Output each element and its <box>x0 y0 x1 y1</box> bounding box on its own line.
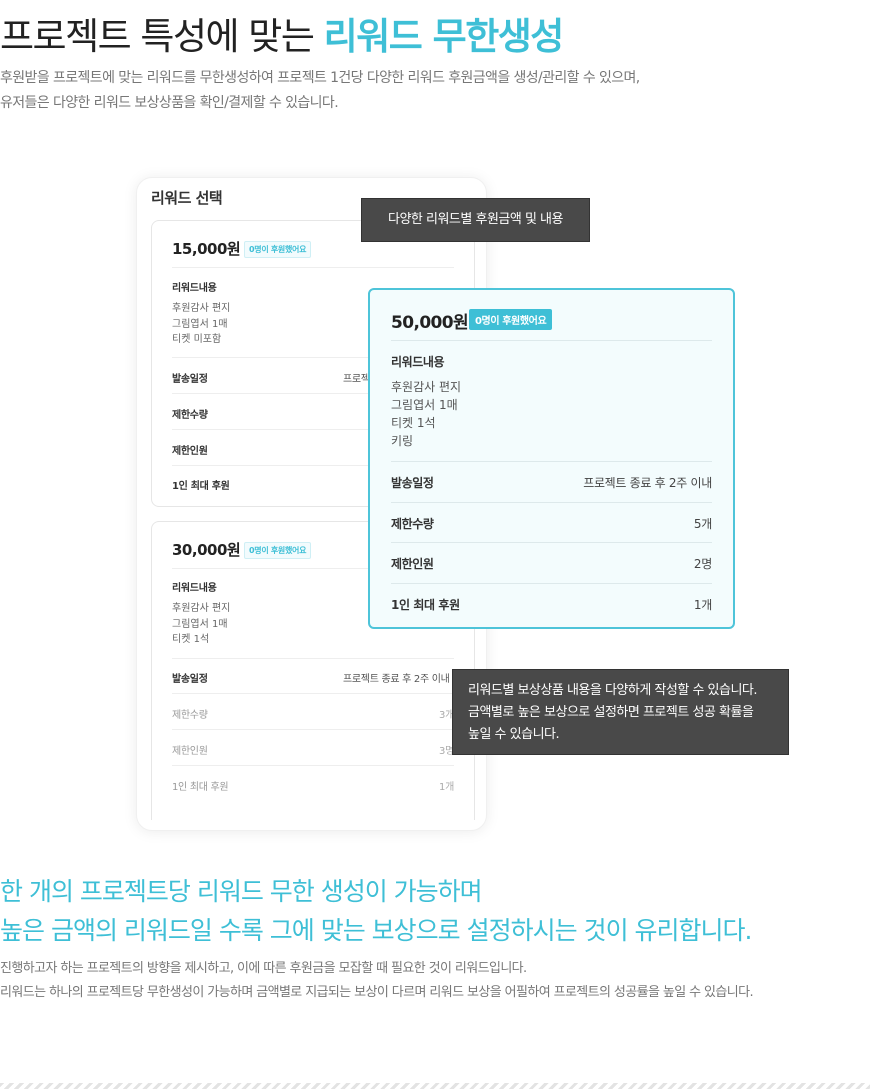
section-heading: 한 개의 프로젝트당 리워드 무한 생성이 가능하며 높은 금액의 리워드일 수… <box>0 872 752 950</box>
divider <box>172 693 454 694</box>
page-title-accent: 리워드 무한생성 <box>323 15 565 58</box>
page-title: 프로젝트 특성에 맞는 리워드 무한생성 <box>0 6 565 60</box>
reward-content-label: 리워드내용 <box>172 283 217 294</box>
limit-people-label: 제한인원 <box>172 746 208 757</box>
max-per-person-value: 1개 <box>693 598 712 612</box>
reward-item: 후원감사 편지 <box>172 603 231 614</box>
divider <box>391 502 712 503</box>
intro-line-2: 유저들은 다양한 리워드 보상상품을 확인/결제할 수 있습니다. <box>0 95 339 111</box>
divider <box>391 461 712 462</box>
section-heading-line-1: 한 개의 프로젝트당 리워드 무한 생성이 가능하며 <box>0 877 483 906</box>
reward-item: 후원감사 편지 <box>391 380 462 394</box>
limit-qty-label: 제한수량 <box>172 410 208 421</box>
section-desc-line-1: 진행하고자 하는 프로젝트의 방향을 제시하고, 이에 따른 후원금을 모잡할 … <box>0 961 527 976</box>
limit-qty-label: 제한수량 <box>172 710 208 721</box>
divider <box>172 765 454 766</box>
shipping-value: 프로젝 <box>343 374 370 385</box>
limit-people-value: 2명 <box>693 557 712 571</box>
tooltip-reward-amount: 다양한 리워드별 후원금액 및 내용 <box>361 198 590 242</box>
reward-items: 후원감사 편지 그림엽서 1매 티켓 1석 <box>172 601 230 648</box>
backer-count-badge: 0명이 후원했어요 <box>469 309 553 330</box>
section-desc-line-2: 리워드는 하나의 프로젝트당 무한생성이 가능하며 금액별로 지급되는 보상이 … <box>0 985 754 1000</box>
intro-text: 후원받을 프로젝트에 맞는 리워드를 무한생성하여 프로젝트 1건당 다양한 리… <box>0 66 640 116</box>
tooltip-line: 리워드별 보상상품 내용을 다양하게 작성할 수 있습니다. <box>468 683 758 698</box>
max-per-person-label: 1인 최대 후원 <box>172 481 230 492</box>
max-per-person-value: 1개 <box>439 782 454 793</box>
reward-price: 30,000원 <box>172 541 241 559</box>
panel-title: 리워드 선택 <box>151 189 223 207</box>
reward-item: 티켓 1석 <box>172 634 210 645</box>
limit-qty-label: 제한수량 <box>391 517 434 531</box>
shipping-value: 프로젝트 종료 후 2주 이내 <box>343 674 450 685</box>
reward-item: 티켓 1석 <box>391 416 436 430</box>
backer-count-badge: 0명이 후원했어요 <box>244 542 312 559</box>
reward-price: 50,000원 <box>391 313 469 333</box>
reward-items: 후원감사 편지 그림엽서 1매 티켓 미포함 <box>172 301 230 348</box>
shipping-label: 발송일정 <box>391 476 434 490</box>
limit-people-label: 제한인원 <box>172 446 208 457</box>
divider <box>391 340 712 341</box>
reward-item: 후원감사 편지 <box>172 303 231 314</box>
reward-price: 15,000원 <box>172 240 241 258</box>
divider <box>172 267 454 268</box>
shipping-label: 발송일정 <box>172 374 208 385</box>
divider <box>391 542 712 543</box>
limit-people-label: 제한인원 <box>391 557 434 571</box>
tooltip-line: 높일 수 있습니다. <box>468 727 560 742</box>
divider <box>391 583 712 584</box>
reward-item: 티켓 미포함 <box>172 334 222 345</box>
reward-item: 그림엽서 1매 <box>172 618 228 630</box>
reward-items: 후원감사 편지 그림엽서 1매 티켓 1석 키링 <box>391 378 461 450</box>
reward-item: 키링 <box>391 434 414 448</box>
limit-qty-value: 5개 <box>693 517 712 531</box>
featured-reward-card[interactable]: 50,000원 0명이 후원했어요 리워드내용 후원감사 편지 그림엽서 1매 … <box>368 288 735 629</box>
backer-count-badge: 0명이 후원했어요 <box>244 241 312 258</box>
reward-content-label: 리워드내용 <box>172 583 217 594</box>
divider <box>172 729 454 730</box>
reward-item: 그림엽서 1매 <box>172 318 228 330</box>
shipping-label: 발송일정 <box>172 674 208 685</box>
divider <box>172 658 454 659</box>
reward-item: 그림엽서 1매 <box>391 398 458 412</box>
intro-line-1: 후원받을 프로젝트에 맞는 리워드를 무한생성하여 프로젝트 1건당 다양한 리… <box>0 70 640 86</box>
tooltip-line: 금액별로 높은 보상으로 설정하면 프로젝트 성공 확률을 <box>468 705 754 720</box>
section-description: 진행하고자 하는 프로젝트의 방향을 제시하고, 이에 따른 후원금을 모잡할 … <box>0 957 754 1005</box>
max-per-person-label: 1인 최대 후원 <box>172 782 229 793</box>
section-divider <box>0 1083 870 1089</box>
reward-content-label: 리워드내용 <box>391 355 445 369</box>
section-heading-line-2: 높은 금액의 리워드일 수록 그에 맞는 보상으로 설정하시는 것이 유리합니다… <box>0 916 752 945</box>
page-title-plain: 프로젝트 특성에 맞는 <box>0 15 324 58</box>
shipping-value: 프로젝트 종료 후 2주 이내 <box>583 476 712 490</box>
tooltip-reward-content: 리워드별 보상상품 내용을 다양하게 작성할 수 있습니다. 금액별로 높은 보… <box>452 669 789 755</box>
max-per-person-label: 1인 최대 후원 <box>391 598 460 612</box>
